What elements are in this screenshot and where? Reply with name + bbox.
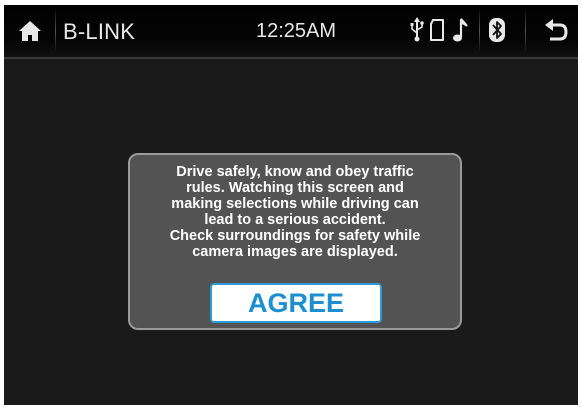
warning-line: lead to a serious accident. (204, 212, 386, 228)
music-note-icon (453, 18, 468, 42)
divider (525, 11, 526, 51)
warning-line: Drive safely, know and obey traffic (176, 164, 414, 180)
warning-line: rules. Watching this screen and (186, 180, 404, 196)
bluetooth-icon (489, 18, 505, 42)
usb-icon (410, 17, 424, 42)
sd-card-icon (430, 19, 444, 41)
warning-line: Check surroundings for safety while (169, 228, 421, 244)
divider (479, 11, 480, 51)
back-button[interactable] (542, 17, 570, 45)
clock: 12:25AM (256, 20, 337, 42)
back-icon (545, 19, 568, 41)
agree-button[interactable]: AGREE (210, 283, 382, 323)
status-bar: B-LINK 12:25AM (4, 5, 578, 59)
home-button[interactable] (16, 17, 44, 45)
app-title: B-LINK (63, 19, 136, 44)
warning-message: Drive safely, know and obey traffic rule… (136, 164, 454, 260)
head-unit-screen: B-LINK 12:25AM Drive safely, know and ob… (4, 5, 578, 405)
warning-line: making selections while driving can (171, 196, 419, 212)
warning-line: camera images are displayed. (192, 244, 398, 260)
divider (55, 11, 56, 51)
safety-warning-dialog: Drive safely, know and obey traffic rule… (128, 153, 462, 330)
home-icon (19, 21, 41, 41)
